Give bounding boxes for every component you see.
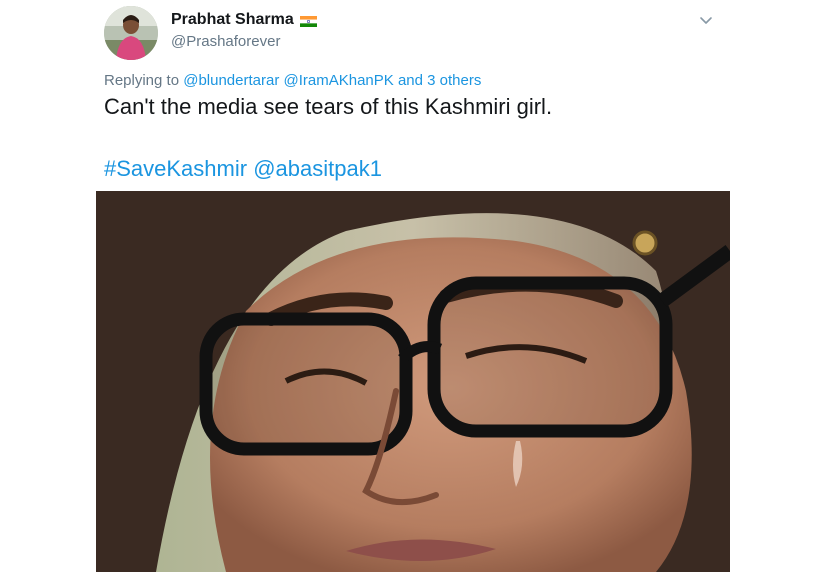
replying-to-line: Replying to @blundertarar @IramAKhanPK a… bbox=[104, 72, 481, 89]
india-flag-icon bbox=[299, 14, 317, 27]
mention-link[interactable]: @abasitpak1 bbox=[253, 156, 382, 181]
tweet-card: Prabhat Sharma @Prashaforever Replying t… bbox=[0, 0, 825, 572]
mention-link[interactable]: @blundertarar bbox=[183, 72, 279, 89]
hashtag-link[interactable]: #SaveKashmir bbox=[104, 156, 247, 181]
mention-link[interactable]: @IramAKhanPK bbox=[284, 72, 394, 89]
tweet-photo[interactable] bbox=[96, 191, 730, 572]
chevron-down-icon[interactable] bbox=[698, 12, 714, 28]
author-handle[interactable]: @Prashaforever bbox=[171, 33, 280, 50]
tweet-tags: #SaveKashmir @abasitpak1 bbox=[104, 156, 382, 182]
author-name[interactable]: Prabhat Sharma bbox=[171, 11, 294, 29]
author-name-row[interactable]: Prabhat Sharma bbox=[171, 11, 317, 29]
tweet-text: Can't the media see tears of this Kashmi… bbox=[104, 94, 553, 119]
others-link[interactable]: and 3 others bbox=[398, 72, 481, 89]
replying-to-label: Replying to bbox=[104, 72, 180, 89]
avatar[interactable] bbox=[104, 6, 158, 60]
